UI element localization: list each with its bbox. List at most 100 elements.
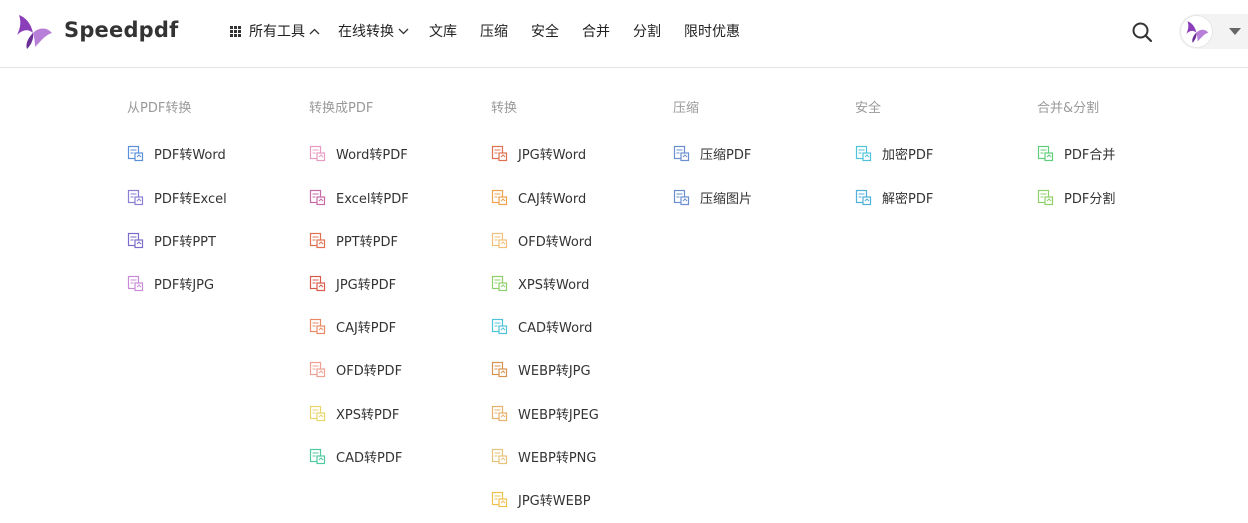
nav-label: 所有工具 bbox=[249, 24, 305, 40]
menu-item-label: JPG转Word bbox=[518, 147, 587, 163]
menu-item-label: WEBP转JPEG bbox=[518, 407, 599, 423]
menu-item-label: 解密PDF bbox=[882, 191, 934, 207]
logo[interactable] bbox=[15, 13, 53, 51]
menu-item-label: OFD转PDF bbox=[336, 363, 403, 379]
nav-compress[interactable]: 压缩 bbox=[480, 21, 508, 41]
avatar[interactable] bbox=[1180, 15, 1213, 48]
user-menu[interactable] bbox=[1179, 14, 1248, 49]
file-convert-icon bbox=[309, 448, 326, 464]
menu-item-label: 压缩图片 bbox=[700, 191, 753, 207]
nav-security[interactable]: 安全 bbox=[531, 21, 559, 41]
menu-item[interactable]: WEBP转JPG bbox=[491, 359, 591, 379]
file-convert-icon bbox=[491, 448, 508, 464]
menu-item-label: PDF转Word bbox=[154, 147, 226, 163]
menu-item[interactable]: JPG转Word bbox=[491, 143, 586, 163]
menu-column: 转换成PDF Word转PDF Excel转PDF PPT转PDF JPG转PDF CAJ… bbox=[309, 100, 484, 466]
menu-column: 从PDF转换 PDF转Word PDF转Excel PDF转PPT PDF转JPG bbox=[127, 100, 302, 293]
file-convert-icon bbox=[491, 405, 508, 421]
nav-split[interactable]: 分割 bbox=[633, 21, 661, 41]
menu-item[interactable]: 压缩PDF bbox=[673, 143, 751, 163]
menu-item[interactable]: PDF合并 bbox=[1037, 143, 1115, 163]
nav-online-convert[interactable]: 在线转换 bbox=[338, 21, 409, 41]
menu-item[interactable]: PDF转PPT bbox=[127, 230, 216, 250]
menu-item-label: WEBP转PNG bbox=[518, 450, 597, 466]
menu-item-label: CAJ转PDF bbox=[336, 320, 397, 336]
nav-limited-offer[interactable]: 限时优惠 bbox=[684, 21, 740, 41]
brand-name[interactable]: Speedpdf bbox=[64, 18, 178, 42]
menu-item[interactable]: XPS转Word bbox=[491, 273, 589, 293]
menu-item[interactable]: CAD转PDF bbox=[309, 446, 402, 466]
menu-column-title: 转换成PDF bbox=[309, 101, 374, 116]
file-convert-icon bbox=[491, 189, 508, 205]
menu-item[interactable]: PDF转JPG bbox=[127, 273, 214, 293]
menu-item[interactable]: WEBP转JPEG bbox=[491, 403, 599, 423]
menu-column: 安全加密PDF 解密PDF bbox=[855, 100, 1030, 207]
file-convert-icon bbox=[309, 189, 326, 205]
menu-item[interactable]: XPS转PDF bbox=[309, 403, 399, 423]
menu-item-label: XPS转Word bbox=[518, 277, 590, 293]
menu-item-label: Excel转PDF bbox=[336, 191, 409, 207]
menu-item[interactable]: CAJ转Word bbox=[491, 187, 586, 207]
menu-item[interactable]: 压缩图片 bbox=[673, 187, 752, 207]
file-convert-icon bbox=[855, 145, 872, 161]
search-icon[interactable] bbox=[1131, 21, 1153, 43]
file-convert-icon bbox=[1037, 189, 1054, 205]
menu-item-label: WEBP转JPG bbox=[518, 363, 591, 379]
menu-item[interactable]: CAJ转PDF bbox=[309, 316, 396, 336]
menu-item-label: PDF转Excel bbox=[154, 191, 227, 207]
chevron-down-icon bbox=[398, 28, 409, 34]
file-convert-icon bbox=[127, 275, 144, 291]
menu-column-title: 合并&分割 bbox=[1037, 101, 1100, 116]
file-convert-icon bbox=[309, 232, 326, 248]
file-convert-icon bbox=[309, 275, 326, 291]
menu-item[interactable]: WEBP转PNG bbox=[491, 446, 596, 466]
top-navbar: Speedpdf 所有工具 在线转换 文库 压缩 安全 合并 分割 限时优惠 bbox=[0, 0, 1248, 68]
menu-item[interactable]: 加密PDF bbox=[855, 143, 933, 163]
menu-item[interactable]: 解密PDF bbox=[855, 187, 933, 207]
menu-item[interactable]: JPG转PDF bbox=[309, 273, 396, 293]
file-convert-icon bbox=[309, 405, 326, 421]
menu-column: 压缩压缩PDF 压缩图片 bbox=[673, 100, 848, 207]
menu-item-label: PDF分割 bbox=[1064, 191, 1116, 207]
file-convert-icon bbox=[855, 189, 872, 205]
file-convert-icon bbox=[491, 491, 508, 507]
menu-item-label: CAJ转Word bbox=[518, 191, 587, 207]
file-convert-icon bbox=[309, 145, 326, 161]
menu-column-title: 压缩 bbox=[673, 101, 700, 116]
butterfly-avatar-icon bbox=[1185, 20, 1208, 43]
menu-column-title: 安全 bbox=[855, 101, 882, 116]
menu-column: 转换 JPG转Word CAJ转Word OFD转Word XPS转Word CAD转Wo… bbox=[491, 100, 666, 509]
menu-item[interactable]: PPT转PDF bbox=[309, 230, 398, 250]
menu-item-label: 压缩PDF bbox=[700, 147, 752, 163]
menu-item-label: CAD转Word bbox=[518, 320, 593, 336]
file-convert-icon bbox=[673, 145, 690, 161]
file-convert-icon bbox=[309, 361, 326, 377]
menu-item[interactable]: Word转PDF bbox=[309, 143, 408, 163]
file-convert-icon bbox=[673, 189, 690, 205]
menu-column-title: 转换 bbox=[491, 101, 518, 116]
file-convert-icon bbox=[1037, 145, 1054, 161]
file-convert-icon bbox=[491, 361, 508, 377]
nav-all-tools[interactable]: 所有工具 bbox=[230, 21, 320, 41]
menu-item[interactable]: PDF转Excel bbox=[127, 187, 227, 207]
menu-item-label: JPG转PDF bbox=[336, 277, 397, 293]
file-convert-icon bbox=[491, 275, 508, 291]
menu-item[interactable]: CAD转Word bbox=[491, 316, 592, 336]
nav-merge[interactable]: 合并 bbox=[582, 21, 610, 41]
menu-item-label: PDF合并 bbox=[1064, 147, 1116, 163]
menu-item-label: Word转PDF bbox=[336, 147, 408, 163]
menu-item-label: PPT转PDF bbox=[336, 234, 398, 250]
menu-item[interactable]: JPG转WEBP bbox=[491, 489, 591, 509]
menu-item-label: JPG转WEBP bbox=[518, 493, 591, 509]
menu-column: 合并&分割 PDF合并 PDF分割 bbox=[1037, 100, 1212, 207]
nav-library[interactable]: 文库 bbox=[429, 21, 457, 41]
file-convert-icon bbox=[309, 318, 326, 334]
menu-item[interactable]: Excel转PDF bbox=[309, 187, 409, 207]
file-convert-icon bbox=[491, 145, 508, 161]
menu-item[interactable]: PDF分割 bbox=[1037, 187, 1115, 207]
caret-down-icon[interactable] bbox=[1229, 28, 1241, 35]
menu-item[interactable]: OFD转PDF bbox=[309, 359, 402, 379]
menu-item-label: PDF转PPT bbox=[154, 234, 216, 250]
menu-item[interactable]: OFD转Word bbox=[491, 230, 592, 250]
menu-item[interactable]: PDF转Word bbox=[127, 143, 226, 163]
